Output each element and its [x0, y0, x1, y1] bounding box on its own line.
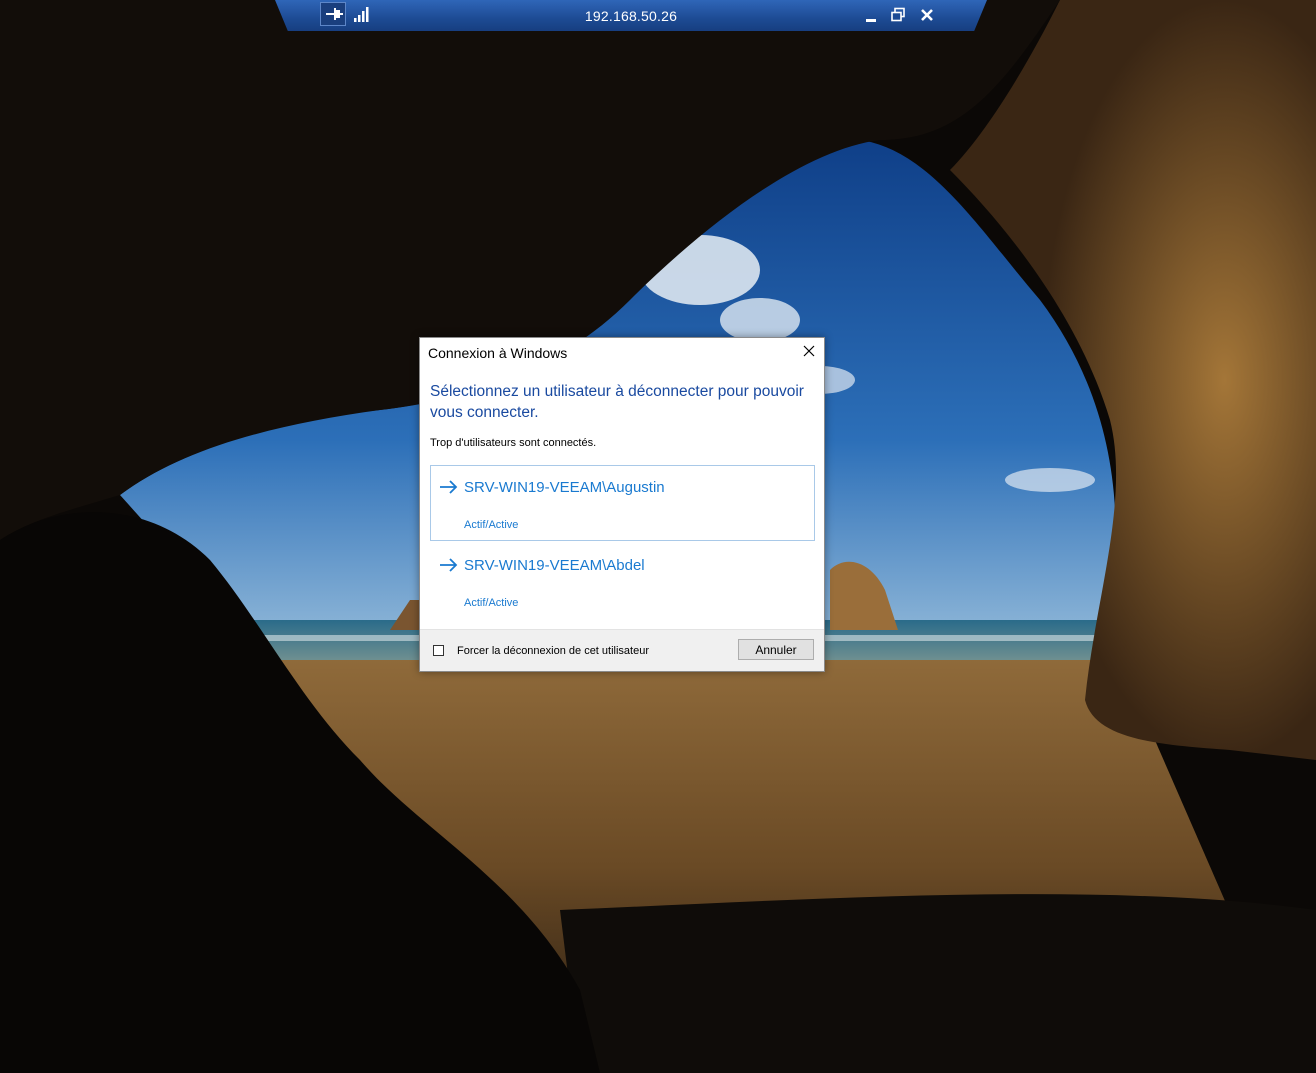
- minimize-icon[interactable]: [862, 6, 880, 24]
- user-status: Actif/Active: [464, 597, 519, 609]
- force-disconnect-checkbox[interactable]: [433, 645, 444, 656]
- user-status: Actif/Active: [464, 519, 519, 531]
- dialog-title: Connexion à Windows: [428, 345, 568, 361]
- rdp-connection-bar: 192.168.50.26: [275, 0, 987, 31]
- user-list: SRV-WIN19-VEEAM\Augustin Actif/Active SR…: [430, 465, 815, 621]
- dialog-subtext: Trop d'utilisateurs sont connectés.: [430, 437, 597, 449]
- restore-icon[interactable]: [889, 6, 907, 24]
- dialog-close-icon[interactable]: [802, 344, 816, 358]
- dialog-heading: Sélectionnez un utilisateur à déconnecte…: [430, 383, 804, 421]
- user-name: SRV-WIN19-VEEAM\Abdel: [464, 557, 645, 574]
- dialog-footer: Forcer la déconnexion de cet utilisateur…: [420, 629, 824, 671]
- arrow-right-icon: [439, 558, 459, 577]
- user-item-abdel[interactable]: SRV-WIN19-VEEAM\Abdel Actif/Active: [430, 543, 815, 619]
- connection-dialog: Connexion à Windows Sélectionnez un util…: [419, 337, 825, 672]
- arrow-right-icon: [439, 480, 459, 499]
- force-disconnect-label[interactable]: Forcer la déconnexion de cet utilisateur: [457, 645, 649, 657]
- user-name: SRV-WIN19-VEEAM\Augustin: [464, 479, 665, 496]
- user-item-augustin[interactable]: SRV-WIN19-VEEAM\Augustin Actif/Active: [430, 465, 815, 541]
- close-icon[interactable]: [918, 6, 936, 24]
- host-address: 192.168.50.26: [584, 8, 678, 24]
- cancel-button[interactable]: Annuler: [738, 639, 814, 660]
